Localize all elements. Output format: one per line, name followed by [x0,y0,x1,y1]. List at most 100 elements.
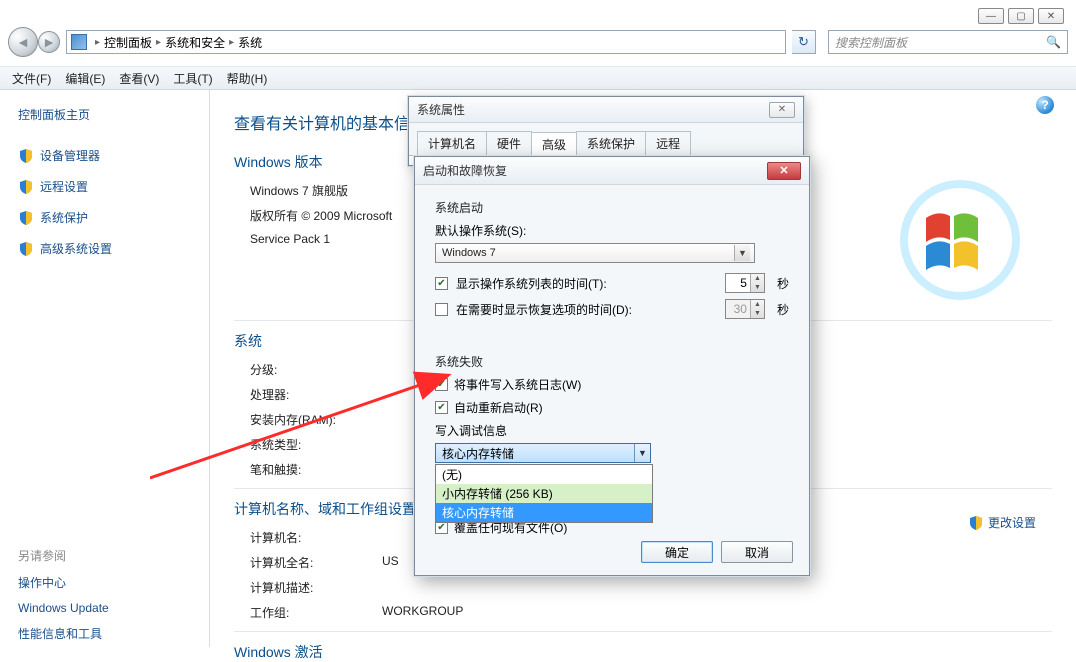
seealso-action-center[interactable]: 操作中心 [18,574,191,591]
search-input[interactable]: 搜索控制面板 🔍 [828,30,1068,54]
breadcrumb-item[interactable]: 系统 [238,34,262,51]
default-os-select[interactable]: Windows 7 ▼ [435,243,755,263]
maximize-button[interactable]: ▢ [1008,8,1034,24]
forward-button[interactable]: ► [38,31,60,53]
dialog-tabs: 计算机名 硬件 高级 系统保护 远程 [409,123,803,156]
computer-name-label: 计算机名: [250,529,382,546]
dump-selected-value: 核心内存转储 [442,445,514,462]
up-icon[interactable]: ▲ [751,274,764,283]
dump-option-kernel[interactable]: 核心内存转储 [436,503,652,522]
computer-description-label: 计算机描述: [250,579,382,596]
checkbox-auto-restart-label: 自动重新启动(R) [454,399,543,416]
workgroup-label: 工作组: [250,604,382,621]
shield-icon [18,148,34,164]
checkbox-write-event-log[interactable]: ✔ [435,378,448,391]
breadcrumb-item[interactable]: 系统和安全 [165,34,225,51]
breadcrumb-item[interactable]: 控制面板 [104,34,152,51]
dialog-title: 启动和故障恢复 [423,162,507,179]
dialog-titlebar[interactable]: 系统属性 ✕ [409,97,803,123]
sidebar-item-system-protection[interactable]: 系统保护 [18,209,191,226]
systype-label: 系统类型: [250,436,382,453]
sidebar-item-label: 高级系统设置 [40,240,112,257]
dialog-titlebar[interactable]: 启动和故障恢复 ✕ [415,157,809,185]
seconds-label: 秒 [777,275,789,292]
chevron-right-icon: ▸ [95,37,100,48]
group-system-startup: 系统启动 [435,199,789,216]
section-activation: Windows 激活 [234,642,1052,662]
recovery-time-value [726,302,750,316]
dump-option-none[interactable]: (无) [436,465,652,484]
chevron-down-icon: ▼ [734,245,750,261]
group-system-failure: 系统失败 [435,353,789,370]
change-settings-link[interactable]: 更改设置 [968,514,1036,531]
seealso-label: 性能信息和工具 [18,625,102,642]
checkbox-show-os-list[interactable]: ✔ [435,277,448,290]
tab-system-protection[interactable]: 系统保护 [576,131,646,155]
menu-edit[interactable]: 编辑(E) [65,70,105,87]
down-icon: ▼ [751,309,764,318]
sidebar-item-label: 远程设置 [40,178,88,195]
dialog-title: 系统属性 [417,101,465,118]
dump-type-dropdown-list: (无) 小内存转储 (256 KB) 核心内存转储 [435,464,653,523]
tab-hardware[interactable]: 硬件 [486,131,532,155]
sidebar-item-remote-settings[interactable]: 远程设置 [18,178,191,195]
sidebar-item-device-manager[interactable]: 设备管理器 [18,147,191,164]
down-icon[interactable]: ▼ [751,283,764,292]
help-icon[interactable]: ? [1036,96,1054,114]
menu-help[interactable]: 帮助(H) [227,70,268,87]
control-panel-home-link[interactable]: 控制面板主页 [18,106,191,123]
breadcrumb[interactable]: ▸ 控制面板 ▸ 系统和安全 ▸ 系统 [66,30,786,54]
default-os-value: Windows 7 [442,247,496,259]
checkbox-write-event-log-label: 将事件写入系统日志(W) [454,376,581,393]
cpu-label: 处理器: [250,386,382,403]
windows-logo-icon [900,180,1020,300]
checkbox-auto-restart[interactable]: ✔ [435,401,448,414]
shield-icon [18,179,34,195]
tab-computer-name[interactable]: 计算机名 [417,131,487,155]
window-controls: — ▢ ✕ [978,8,1064,24]
default-os-label: 默认操作系统(S): [435,222,789,239]
up-icon: ▲ [751,300,764,309]
sidebar: 控制面板主页 设备管理器 远程设置 系统保护 高级系统设置 另请参阅 操作中心 … [0,90,210,647]
back-button[interactable]: ◄ [8,27,38,57]
close-button[interactable]: ✕ [1038,8,1064,24]
seealso-performance-info[interactable]: 性能信息和工具 [18,625,191,642]
os-list-time-value[interactable] [726,276,750,290]
search-icon: 🔍 [1046,35,1061,49]
checkbox-show-os-list-label: 显示操作系统列表的时间(T): [456,275,717,292]
sidebar-item-advanced-system-settings[interactable]: 高级系统设置 [18,240,191,257]
dump-option-small[interactable]: 小内存转储 (256 KB) [436,484,652,503]
dump-type-select[interactable]: 核心内存转储 ▼ (无) 小内存转储 (256 KB) 核心内存转储 [435,443,651,463]
chevron-down-icon: ▼ [634,444,650,462]
search-placeholder: 搜索控制面板 [835,34,907,51]
copyright-value: 版权所有 © 2009 Microsoft [250,207,392,224]
minimize-button[interactable]: — [978,8,1004,24]
chevron-right-icon: ▸ [229,37,234,48]
address-bar: ◄ ► ▸ 控制面板 ▸ 系统和安全 ▸ 系统 ↻ 搜索控制面板 🔍 [0,26,1076,58]
dump-info-label: 写入调试信息 [435,422,789,439]
menu-file[interactable]: 文件(F) [12,70,51,87]
menu-view[interactable]: 查看(V) [119,70,159,87]
ok-button[interactable]: 确定 [641,541,713,563]
pen-touch-label: 笔和触摸: [250,461,382,478]
change-settings-label: 更改设置 [988,514,1036,531]
shield-icon [18,210,34,226]
full-computer-name-value: US [382,554,399,571]
seealso-windows-update[interactable]: Windows Update [18,601,191,615]
recovery-time-spinner: ▲▼ [725,299,765,319]
close-icon[interactable]: ✕ [769,102,795,118]
sidebar-item-label: 设备管理器 [40,147,100,164]
cancel-button[interactable]: 取消 [721,541,793,563]
checkbox-show-recovery[interactable] [435,303,448,316]
close-button[interactable]: ✕ [767,162,801,180]
tab-advanced[interactable]: 高级 [531,132,577,156]
os-list-time-spinner[interactable]: ▲▼ [725,273,765,293]
see-also-heading: 另请参阅 [18,547,191,564]
refresh-button[interactable]: ↻ [792,30,816,54]
menu-tools[interactable]: 工具(T) [173,70,212,87]
tab-remote[interactable]: 远程 [645,131,691,155]
chevron-right-icon: ▸ [156,37,161,48]
seealso-label: Windows Update [18,601,109,615]
servicepack-value: Service Pack 1 [250,232,382,246]
edition-value: Windows 7 旗舰版 [250,182,382,199]
